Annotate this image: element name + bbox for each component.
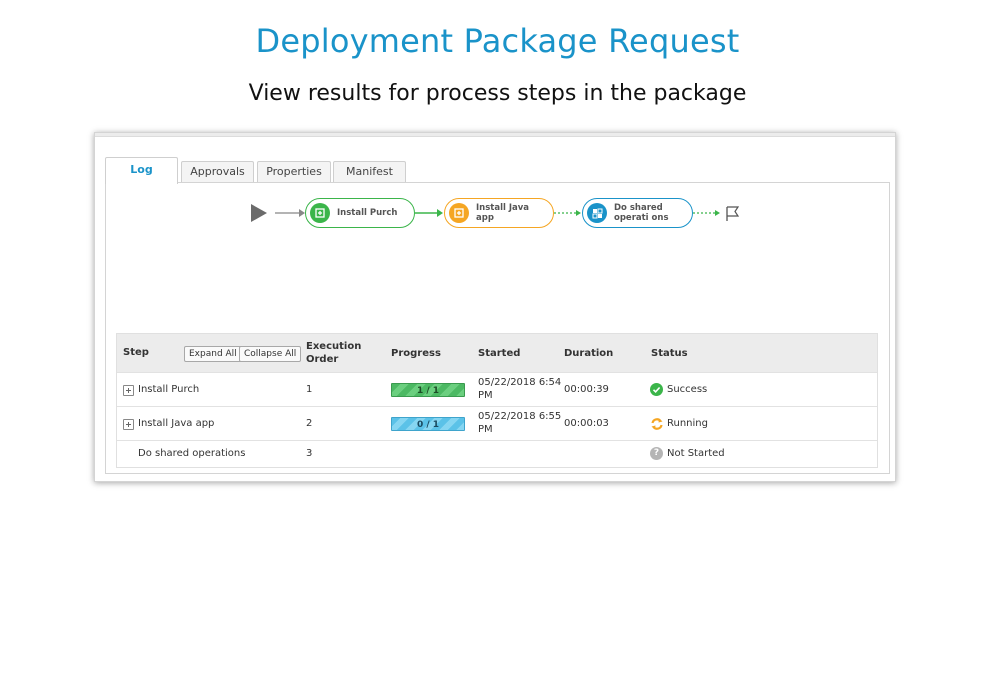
not-started-question-icon: ? (650, 447, 663, 460)
expand-row-icon[interactable] (123, 419, 134, 430)
table-row[interactable]: Install Purch 1 1 / 1 05/22/2018 6:54 PM… (117, 372, 877, 406)
flow-node-label: Do shared operati ons (614, 203, 669, 223)
success-check-icon (650, 383, 663, 396)
started-time-suffix: PM (478, 390, 493, 401)
col-progress: Progress (391, 348, 441, 359)
col-step: Step (123, 347, 149, 358)
flow-node-label: Install Purch (337, 208, 398, 218)
col-status: Status (651, 348, 688, 359)
step-name: Install Purch (138, 384, 200, 395)
page-title: Deployment Package Request (255, 22, 740, 60)
progress-bar: 1 / 1 (391, 383, 465, 397)
flow-node-do-shared-operations[interactable]: Do shared operati ons (582, 198, 693, 228)
start-play-icon (251, 204, 267, 222)
collapse-all-button[interactable]: Collapse All (239, 346, 302, 362)
steps-table: Step Expand All Collapse All Execution O… (116, 333, 878, 468)
flow-node-label: Install Java app (476, 203, 530, 223)
flow-node-install-java-app[interactable]: Install Java app (444, 198, 554, 228)
col-duration: Duration (564, 348, 614, 359)
col-execution-order-line1: Execution (306, 341, 362, 352)
expand-all-button[interactable]: Expand All (184, 346, 242, 362)
tab-log[interactable]: Log (105, 157, 178, 184)
execution-order: 3 (306, 448, 313, 459)
step-icon (310, 203, 330, 223)
expand-row-icon[interactable] (123, 385, 134, 396)
connector-3-arrow (715, 210, 720, 216)
status-text: Running (667, 418, 708, 429)
page-subtitle: View results for process steps in the pa… (248, 81, 747, 106)
status-text: Not Started (667, 448, 725, 459)
connector-2-arrow (576, 210, 581, 216)
step-name: Do shared operations (138, 448, 246, 459)
duration: 00:00:39 (564, 384, 609, 395)
window-topbar (95, 133, 895, 137)
finish-flag-icon (726, 206, 740, 221)
process-flow: Install Purch Install Java app Do shared… (106, 183, 891, 333)
started-date: 05/22/2018 6:55 (478, 411, 562, 422)
log-panel: Install Purch Install Java app Do shared… (105, 182, 890, 474)
tab-manifest[interactable]: Manifest (333, 161, 406, 183)
deployment-window: Log Approvals Properties Manifest Instal… (94, 132, 896, 482)
step-name: Install Java app (138, 418, 215, 429)
execution-order: 1 (306, 384, 313, 395)
progress-bar: 0 / 1 (391, 417, 465, 431)
step-icon (449, 203, 469, 223)
tab-approvals[interactable]: Approvals (181, 161, 254, 183)
col-execution-order-line2: Order (306, 354, 339, 365)
flow-node-install-purch[interactable]: Install Purch (305, 198, 415, 228)
duration: 00:00:03 (564, 418, 609, 429)
col-started: Started (478, 348, 521, 359)
connector-1-arrow (437, 209, 443, 217)
tab-properties[interactable]: Properties (257, 161, 331, 183)
running-refresh-icon (650, 417, 663, 430)
shared-operations-icon (587, 203, 607, 223)
started-time-suffix: PM (478, 424, 493, 435)
started-date: 05/22/2018 6:54 (478, 377, 562, 388)
execution-order: 2 (306, 418, 313, 429)
status-text: Success (667, 384, 708, 395)
table-row[interactable]: Install Java app 2 0 / 1 05/22/2018 6:55… (117, 406, 877, 440)
table-row[interactable]: Do shared operations 3 ? Not Started (117, 440, 877, 468)
table-header: Step Expand All Collapse All Execution O… (117, 334, 877, 372)
